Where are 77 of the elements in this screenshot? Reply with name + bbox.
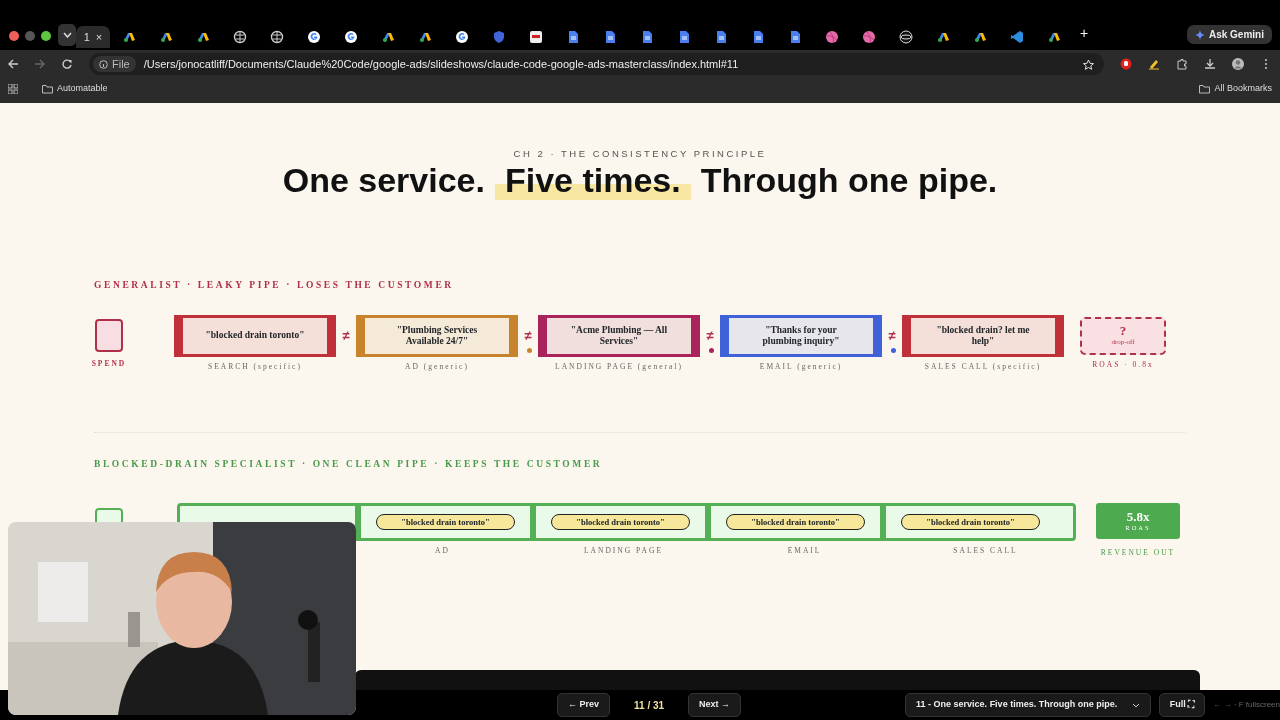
browser-tab[interactable]: 1 × [76,26,110,48]
ads-icon [972,30,987,44]
pipe-stage: "Plumbing Services Available 24/7" [356,314,518,357]
apps-grid-icon[interactable] [8,84,18,94]
fullscreen-button[interactable]: Full ⛶ [1158,693,1206,717]
all-bookmarks-button[interactable]: All Bookmarks [1199,82,1272,96]
leak-dot [891,347,896,353]
keyboard-hint: ← → · F fullscreen [1213,699,1280,711]
square-icon [528,30,543,44]
pipe-stage: "blocked drain toronto" [174,314,336,357]
chevron-down-icon [1131,702,1140,708]
leak-dot [527,347,532,353]
puzzle-icon[interactable] [1176,58,1188,70]
section-title: GENERALIST · LEAKY PIPE · LOSES THE CUSTOMER [94,279,455,293]
globe-icon [232,30,247,44]
bookmark-folder[interactable]: Automatable [42,82,108,96]
not-equal-sign: ≠ [888,326,896,345]
reload-icon[interactable] [62,59,73,69]
star-icon[interactable] [1083,58,1094,70]
folder-icon [42,84,53,94]
not-equal-sign: ≠ [342,326,350,345]
message-pill: "blocked drain toronto" [726,513,865,531]
code-editor-icon [1009,30,1024,44]
ads-icon [195,30,210,44]
chevron-down-icon [62,32,72,38]
ads-icon [417,30,432,44]
download-icon[interactable] [1204,58,1216,70]
pipe-stage: "blocked drain? let me help" [902,314,1064,357]
site-info-chip[interactable]: File [93,55,136,73]
message-pill: "blocked drain toronto" [551,513,690,531]
next-button[interactable]: Next → [688,693,742,717]
new-tab-button[interactable]: + [1080,23,1089,44]
pipe-stage: "Thanks for your plumbing inquiry" [720,314,882,357]
question-mark: ? [1119,323,1127,337]
tab-title: 1 [83,29,90,45]
folder-icon [1199,84,1211,94]
hand-icon[interactable] [1120,58,1132,70]
not-equal-sign: ≠ [524,326,532,345]
address-bar[interactable]: File /Users/jonocatliff/Documents/Claude%20Code/google-ads/slideshows/claude-code-google-ads-masterclass/index.html#11 [89,53,1104,75]
spend-box [95,318,123,352]
google-icon [343,30,358,44]
pipe-stage: "Acme Plumbing — All Services" [538,314,700,357]
message-pill: "blocked drain toronto" [376,513,515,531]
google-icon [306,30,321,44]
info-icon [99,59,108,69]
ads-icon [1046,30,1061,44]
forward-icon[interactable] [35,59,46,69]
ask-gemini-button[interactable]: Ask Gemini [1186,25,1272,44]
message-pill: "blocked drain toronto" [901,513,1040,531]
avatar-icon[interactable] [1232,58,1244,70]
ads-icon [380,30,395,44]
section-title: BLOCKED-DRAIN SPECIALIST · ONE CLEAN PIPE · KEEPS THE CUSTOMER [94,457,604,471]
ball-icon [824,30,839,44]
not-equal-sign: ≠ [706,326,714,345]
shield-icon [491,30,506,44]
tab-list-button[interactable] [58,24,76,46]
close-icon[interactable]: × [95,28,103,46]
previous-button[interactable]: ← Prev [557,693,611,717]
headline-text: Through one pipe. [699,161,999,201]
highlighter-icon[interactable] [1148,58,1160,70]
globe-icon [269,30,284,44]
oval-icon [898,30,913,44]
ads-icon [158,30,173,44]
ads-icon [935,30,950,44]
roas-value: 5.8x [1126,509,1150,523]
url-text: /Users/jonocatliff/Documents/Claude%20Code/google-ads/slideshows/claude-code-google-ads-masterclass/index.html#11 [143,56,739,72]
google-icon [454,30,469,44]
sparkle-icon [1194,29,1205,40]
slide-select[interactable]: 11 - One service. Five times. Through one pipe. [905,693,1151,717]
headline-text: One service. [281,161,486,201]
chapter-label: CH 2 · THE CONSISTENCY PRINCIPLE [512,147,768,161]
back-icon[interactable] [8,59,19,69]
window-controls-icon [8,30,52,42]
leak-dot [709,347,714,353]
ball-icon [861,30,876,44]
ads-icon [121,30,136,44]
slide-counter: 11 / 31 [634,698,665,713]
